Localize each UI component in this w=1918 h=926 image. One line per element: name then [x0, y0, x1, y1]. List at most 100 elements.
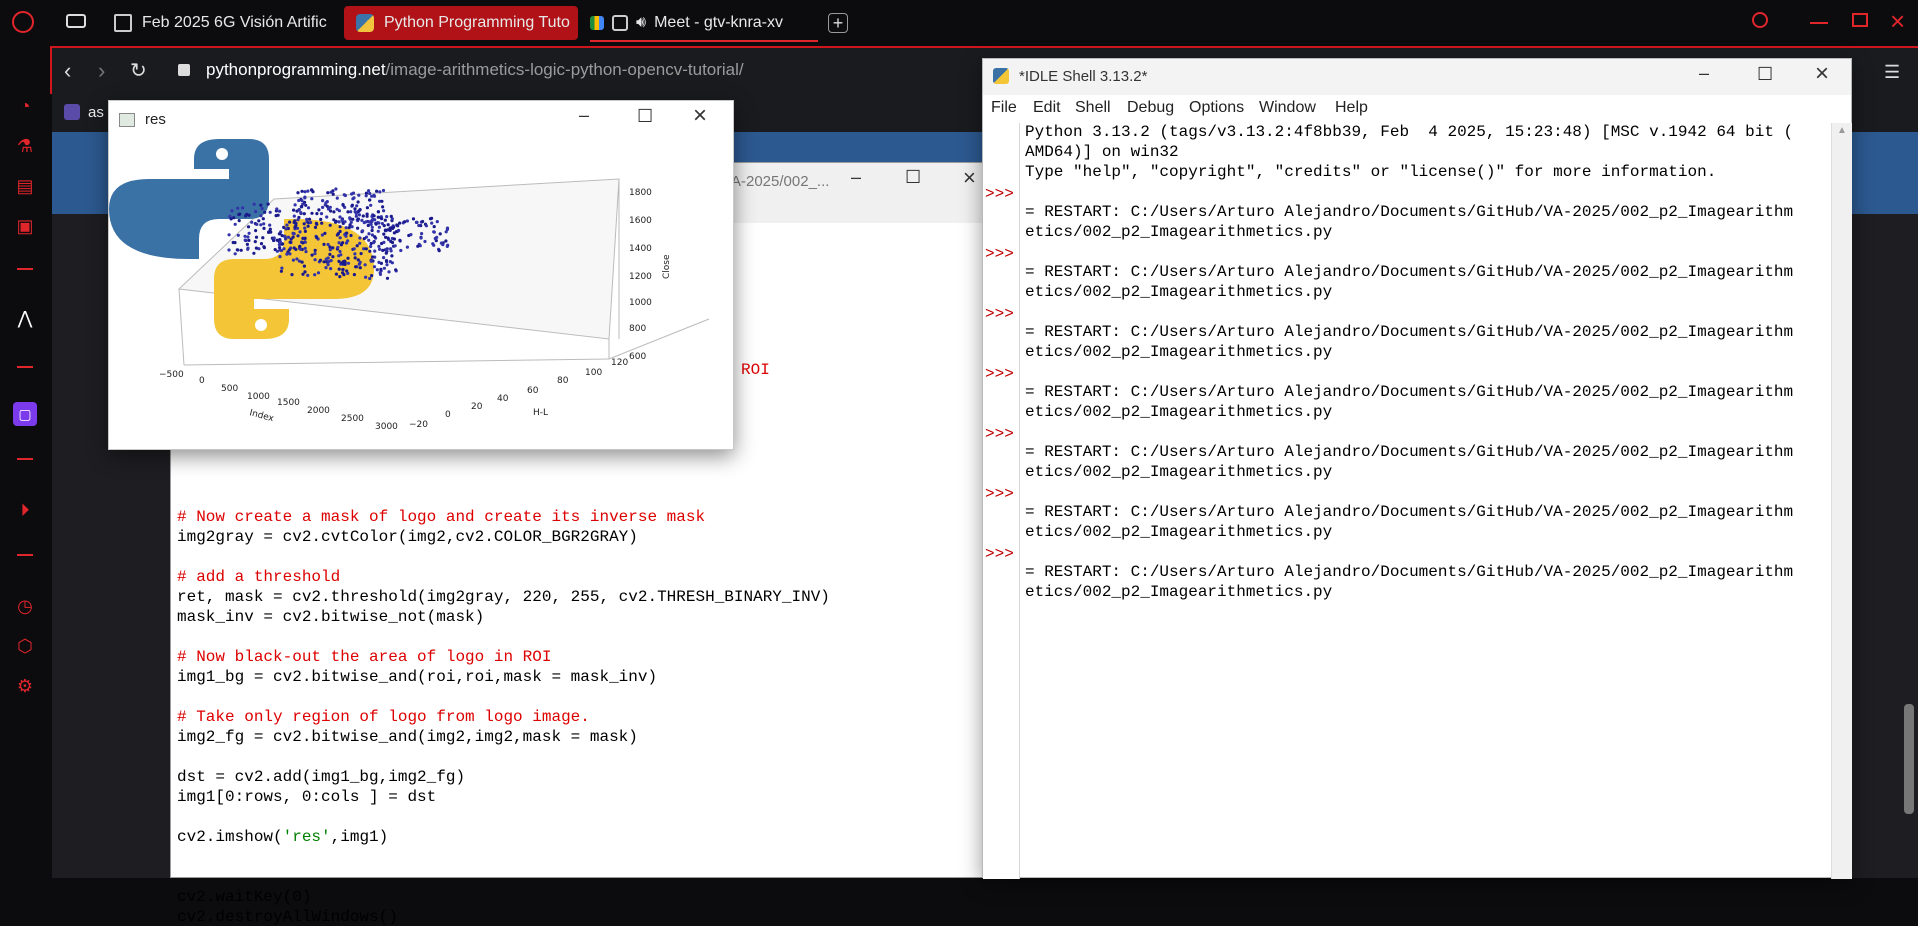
app-icon[interactable]: ⋀ — [13, 306, 37, 330]
scatter-point — [284, 227, 288, 231]
search-icon[interactable] — [1752, 12, 1768, 28]
scatter-point — [364, 275, 368, 279]
tabs-icon[interactable]: ▤ — [13, 174, 37, 198]
scatter-point — [437, 249, 441, 253]
speaker-icon[interactable]: 🔊︎ — [636, 14, 646, 32]
menu-window[interactable]: Window — [1259, 99, 1316, 117]
minimize-button[interactable]: – — [579, 105, 589, 126]
scatter-point — [378, 190, 382, 194]
y-tick: 20 — [471, 402, 483, 412]
menu-options[interactable]: Options — [1189, 99, 1244, 117]
z-tick: 600 — [629, 352, 646, 362]
scatter-point — [358, 266, 362, 270]
scatter-point — [310, 197, 314, 201]
close-button[interactable]: × — [1815, 60, 1829, 88]
z-axis-label: Close — [662, 254, 672, 279]
scatter-point — [356, 258, 360, 262]
scatter-point — [252, 251, 256, 255]
aria-icon[interactable]: ⚗︎ — [13, 134, 37, 158]
speed-dial-icon[interactable]: ◔ — [13, 94, 37, 118]
easy-setup-icon[interactable]: ☰ — [1884, 62, 1900, 83]
scroll-up-arrow-icon[interactable]: ▲ — [1837, 125, 1847, 136]
restore-icon[interactable] — [1852, 13, 1868, 27]
scatter-point — [430, 221, 434, 225]
close-button[interactable]: × — [693, 102, 707, 130]
shell-scrollbar[interactable]: ▲ — [1831, 123, 1852, 879]
menu-edit[interactable]: Edit — [1033, 99, 1061, 117]
close-button[interactable]: × — [963, 165, 976, 191]
history-icon[interactable]: ◷ — [13, 594, 37, 618]
close-icon[interactable]: × — [1890, 6, 1905, 37]
scatter-point — [250, 220, 254, 224]
y-tick: 40 — [497, 394, 509, 404]
new-tab-button[interactable]: + — [828, 13, 848, 33]
scatter-point — [328, 245, 332, 249]
scatter-point — [384, 248, 389, 252]
z-tick: 1800 — [629, 188, 652, 198]
tab-meet[interactable]: 🔊︎ Meet - gtv-knra-xv — [590, 6, 818, 42]
tab-vision-artificial[interactable]: Feb 2025 6G Visión Artific — [114, 6, 328, 40]
scatter-point — [303, 190, 307, 194]
scatter-point — [435, 220, 439, 224]
twitch-icon[interactable]: ▢ — [13, 402, 37, 426]
scatter-point — [335, 196, 339, 200]
settings-gear-icon[interactable]: ⚙ — [13, 674, 37, 698]
memory-icon[interactable]: ▣ — [13, 214, 37, 238]
back-icon[interactable]: ‹ — [64, 58, 71, 84]
idle-shell-window: *IDLE Shell 3.13.2* – ☐ × File Edit Shel… — [982, 58, 1852, 879]
menu-file[interactable]: File — [991, 99, 1017, 117]
extensions-icon[interactable]: ⬡ — [13, 634, 37, 658]
minimize-button[interactable]: – — [1699, 63, 1709, 84]
minimize-icon[interactable] — [1810, 22, 1828, 24]
scatter-point — [380, 199, 384, 203]
opera-logo-icon[interactable] — [12, 11, 34, 33]
code-comment: # add a threshold — [177, 568, 341, 586]
scatter-point — [358, 241, 362, 245]
tab-islands-icon[interactable] — [66, 14, 86, 28]
tab-label: Feb 2025 6G Visión Artific — [142, 14, 327, 31]
scatter-point — [361, 229, 365, 233]
scatter-point — [322, 260, 326, 264]
scatter-point — [296, 191, 300, 195]
minimize-button[interactable]: – — [851, 167, 861, 188]
reload-icon[interactable]: ↻ — [130, 58, 147, 83]
bookmark-icon[interactable] — [64, 104, 80, 120]
scatter-point — [445, 227, 449, 231]
maximize-button[interactable]: ☐ — [637, 106, 653, 127]
maximize-button[interactable]: ☐ — [905, 167, 921, 188]
menu-help[interactable]: Help — [1335, 99, 1368, 117]
scatter-point — [300, 260, 304, 264]
scatter-point — [259, 242, 264, 246]
scatter-point — [259, 214, 263, 218]
scatter-point — [313, 273, 317, 277]
scatter-point — [378, 247, 382, 251]
scatter-point — [350, 225, 354, 229]
res-titlebar: res – ☐ × — [109, 101, 733, 139]
scatter-point — [351, 217, 355, 221]
scatter-point — [377, 244, 381, 248]
bookmark-label[interactable]: as — [88, 104, 104, 121]
menu-debug[interactable]: Debug — [1127, 99, 1174, 117]
scatter-point — [306, 224, 310, 228]
player-icon[interactable]: ⏵ — [13, 498, 37, 522]
forward-icon[interactable]: › — [98, 58, 105, 84]
scatter-point — [246, 246, 250, 250]
scatter-point — [295, 209, 299, 213]
scatter-point — [386, 223, 390, 227]
url-field[interactable]: pythonprogramming.net/image-arithmetics-… — [206, 60, 744, 80]
tab-python-programming[interactable]: Python Programming Tuto — [344, 6, 578, 40]
scatter-point — [343, 193, 347, 198]
scatter-point — [366, 223, 370, 228]
scatter-point — [384, 229, 388, 233]
picture-in-picture-icon[interactable] — [612, 15, 628, 31]
page-scrollbar[interactable] — [1904, 704, 1914, 814]
x-tick: 2500 — [341, 414, 364, 424]
scatter-point — [370, 274, 374, 278]
scatter-point — [288, 240, 292, 244]
scatter-point — [397, 228, 401, 233]
scatter-point — [254, 210, 258, 214]
menu-shell[interactable]: Shell — [1075, 99, 1111, 117]
scatter-point — [382, 266, 386, 270]
shell-output[interactable]: Python 3.13.2 (tags/v3.13.2:4f8bb39, Feb… — [983, 123, 1831, 879]
maximize-button[interactable]: ☐ — [1757, 64, 1773, 85]
